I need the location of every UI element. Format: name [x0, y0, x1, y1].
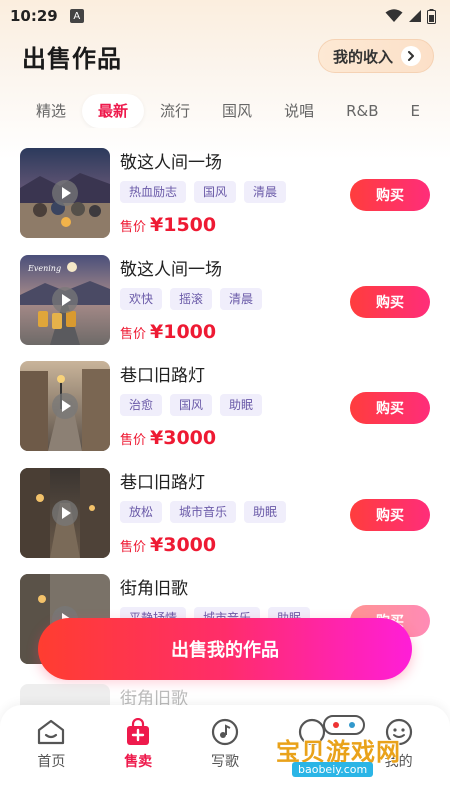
- tab-guofeng[interactable]: 国风: [206, 94, 268, 128]
- list-item[interactable]: 敬这人间一场 热血励志 国风 清晨 售价 ¥1500 购买: [20, 148, 430, 255]
- my-income-label: 我的收入: [332, 47, 393, 66]
- header: 出售作品 我的收入: [22, 38, 434, 74]
- tab-pop[interactable]: 流行: [144, 94, 206, 128]
- song-tag: 清晨: [244, 181, 287, 203]
- price-value: ¥3000: [150, 427, 217, 449]
- nav-write-song-label: 写歌: [210, 754, 239, 770]
- song-tag: 热血励志: [120, 181, 187, 203]
- song-tag: 助眠: [244, 500, 287, 523]
- song-tag: 治愈: [120, 394, 163, 416]
- price-label: 售价: [120, 326, 147, 342]
- price-label: 售价: [120, 539, 147, 555]
- tab-featured[interactable]: 精选: [20, 94, 82, 128]
- song-tag: 摇滚: [170, 287, 213, 310]
- price-value: ¥3000: [150, 533, 217, 556]
- nav-write-song[interactable]: 写歌: [182, 717, 269, 800]
- play-icon[interactable]: [52, 393, 78, 419]
- buy-button[interactable]: 购买: [350, 179, 430, 211]
- list-item[interactable]: 巷口旧路灯 放松 城市音乐 助眠 售价 ¥3000 购买: [20, 467, 430, 575]
- list-item[interactable]: 巷口旧路灯 治愈 国风 助眠 售价 ¥3000 购买: [20, 361, 430, 468]
- chevron-right-icon: [401, 46, 421, 66]
- tab-e[interactable]: E: [395, 94, 436, 128]
- buy-button[interactable]: 购买: [350, 392, 430, 424]
- battery-icon: [427, 8, 436, 24]
- buy-button[interactable]: 购买: [350, 498, 430, 531]
- price-value: ¥1500: [150, 214, 217, 236]
- play-icon[interactable]: [52, 180, 78, 206]
- song-cover[interactable]: Evening: [20, 254, 110, 345]
- play-icon[interactable]: [52, 499, 78, 526]
- song-title: 敬这人间一场: [120, 259, 222, 280]
- svg-text:Evening: Evening: [27, 264, 61, 273]
- tab-rnb[interactable]: R&B: [330, 94, 394, 128]
- my-income-button[interactable]: 我的收入: [317, 39, 434, 73]
- song-tag: 国风: [194, 181, 237, 203]
- sell-bag-icon: [123, 717, 153, 747]
- song-title: 巷口旧路灯: [120, 472, 205, 493]
- nav-sell[interactable]: 售卖: [95, 717, 182, 800]
- signal-icon: [409, 10, 421, 22]
- sell-my-work-button[interactable]: 出售我的作品: [38, 618, 412, 680]
- song-tag: 国风: [170, 394, 213, 416]
- song-title: 街角旧歌: [120, 579, 188, 599]
- tab-latest[interactable]: 最新: [82, 94, 145, 128]
- status-icons: [385, 8, 436, 24]
- price-label: 售价: [120, 220, 147, 235]
- wifi-icon: [385, 9, 403, 22]
- status-time: 10:29: [10, 7, 58, 25]
- song-tag: 放松: [120, 500, 163, 523]
- write-song-icon: [210, 717, 240, 747]
- song-list: 敬这人间一场 热血励志 国风 清晨 售价 ¥1500 购买 Evening 敬这…: [20, 148, 430, 681]
- song-tag: 清晨: [220, 287, 263, 310]
- tab-rap[interactable]: 说唱: [268, 94, 330, 128]
- list-item[interactable]: Evening 敬这人间一场 欢快 摇滚 清晨 售价 ¥1000 购买: [20, 254, 430, 362]
- nav-home-label: 首页: [37, 754, 66, 770]
- play-icon[interactable]: [52, 286, 78, 313]
- notification-a-icon: A: [69, 9, 84, 23]
- song-cover[interactable]: [20, 148, 110, 238]
- category-tabs: 精选 最新 流行 国风 说唱 R&B E: [20, 94, 450, 128]
- song-tag: 助眠: [220, 394, 263, 416]
- price-value: ¥1000: [150, 320, 217, 343]
- song-cover[interactable]: [20, 361, 110, 451]
- home-icon: [36, 717, 66, 747]
- status-bar: 10:29 A: [0, 0, 450, 32]
- buy-button[interactable]: 购买: [350, 285, 430, 318]
- page-title: 出售作品: [22, 44, 122, 73]
- song-tag: 欢快: [120, 287, 163, 310]
- song-title: 敬这人间一场: [120, 153, 222, 173]
- song-title: 巷口旧路灯: [120, 366, 205, 386]
- watermark-url: baobeiy.com: [292, 762, 374, 777]
- song-tag: 城市音乐: [170, 500, 237, 523]
- price-label: 售价: [120, 433, 147, 448]
- watermark-logo: 宝贝游戏网 baobeiy.com: [270, 712, 430, 782]
- nav-sell-label: 售卖: [124, 754, 153, 770]
- nav-home[interactable]: 首页: [8, 717, 95, 800]
- song-cover[interactable]: [20, 467, 110, 558]
